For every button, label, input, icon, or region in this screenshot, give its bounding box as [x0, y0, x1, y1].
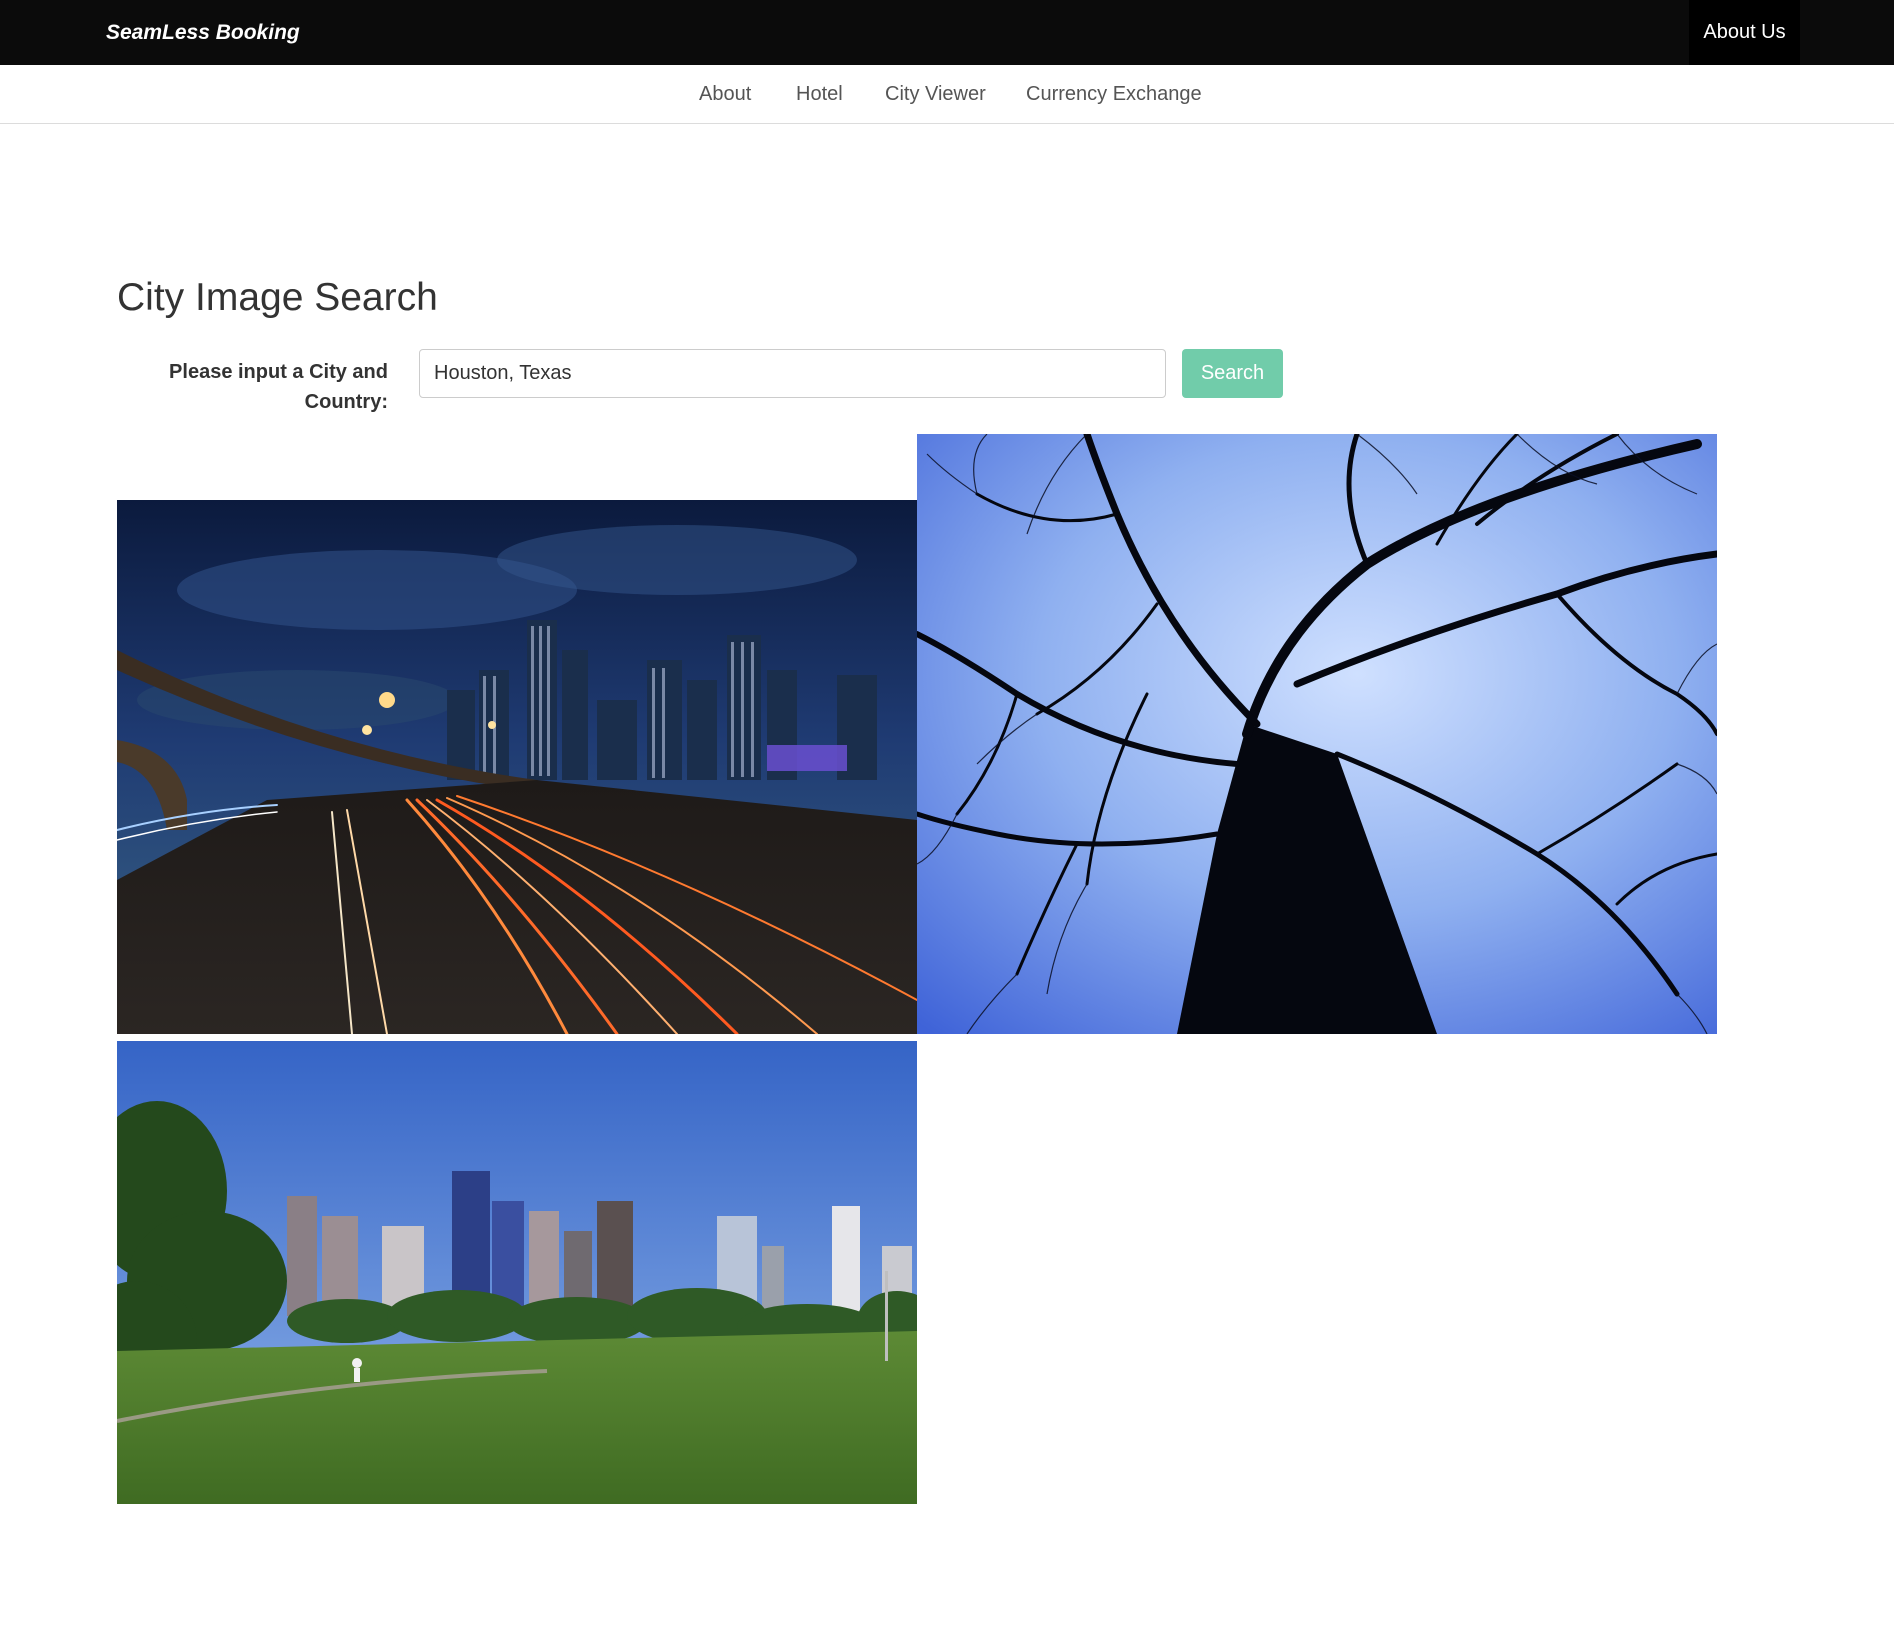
nav-item-hotel[interactable]: Hotel [796, 65, 843, 123]
brand-logo[interactable]: SeamLess Booking [106, 20, 300, 46]
top-navbar: SeamLess Booking About Us [0, 0, 1894, 65]
daytime-park-skyline-image [117, 1041, 917, 1504]
city-input-label: Please input a City and Country: [169, 361, 388, 413]
page-title: City Image Search [117, 276, 438, 319]
night-highway-skyline-image [117, 500, 917, 1034]
city-search-input[interactable] [419, 349, 1166, 398]
nav-item-about[interactable]: About [699, 65, 751, 123]
secondary-nav: About Hotel City Viewer Currency Exchang… [0, 65, 1894, 124]
nav-item-currency-exchange[interactable]: Currency Exchange [1026, 65, 1202, 123]
nav-item-city-viewer[interactable]: City Viewer [885, 65, 986, 123]
about-us-link[interactable]: About Us [1689, 0, 1800, 65]
search-button[interactable]: Search [1182, 349, 1283, 398]
bare-tree-silhouette-image [917, 434, 1717, 1034]
